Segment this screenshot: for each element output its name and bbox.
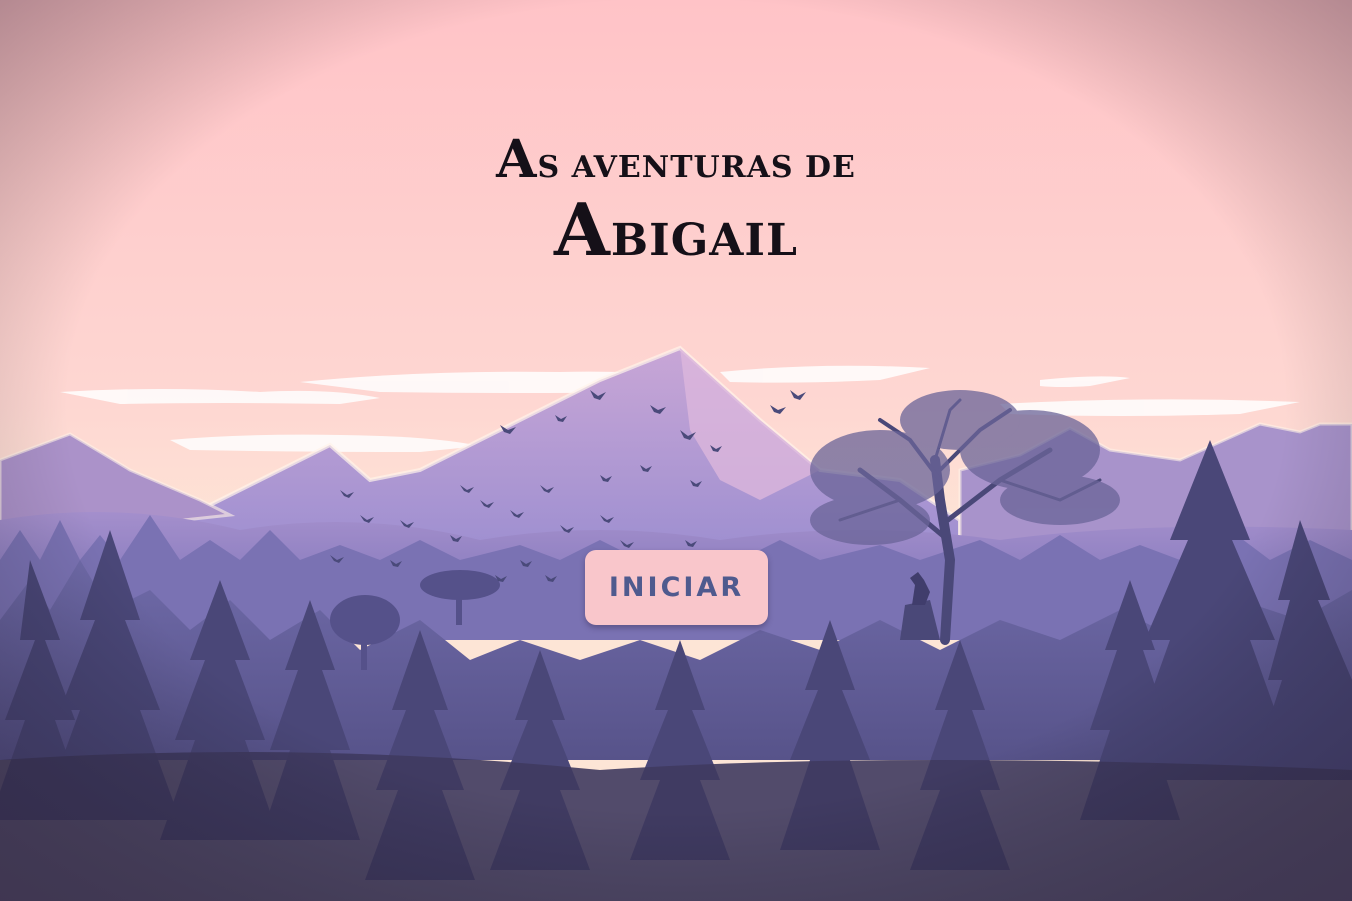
title-line-2-initial: A	[554, 187, 611, 272]
game-title-line-2: ABIGAIL	[0, 194, 1352, 275]
game-title: AS AVENTURAS DE ABIGAIL	[0, 130, 1352, 275]
title-line-1-text: S AVENTURAS DE	[537, 150, 856, 185]
title-line-2-text: BIGAIL	[610, 215, 798, 266]
game-title-line-1: AS AVENTURAS DE	[0, 130, 1352, 198]
title-line-1-initial: A	[496, 129, 538, 190]
start-button[interactable]: INICIAR	[585, 550, 768, 625]
